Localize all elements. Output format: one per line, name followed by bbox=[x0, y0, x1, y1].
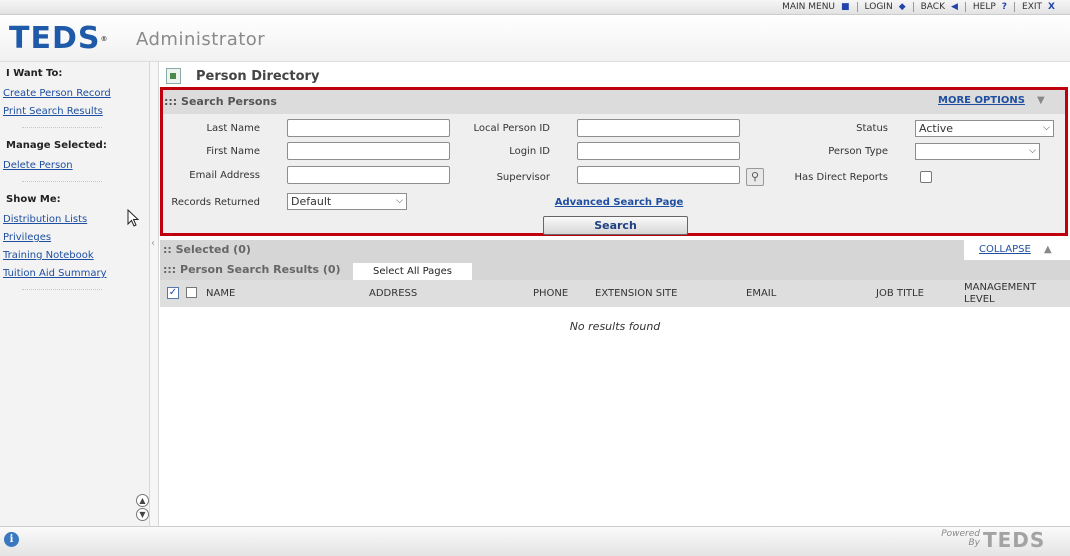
has-direct-reports-checkbox[interactable] bbox=[920, 171, 932, 183]
back-arrow-icon: ◀ bbox=[950, 2, 958, 12]
powered-by-label: Powered By bbox=[941, 529, 980, 548]
divider bbox=[22, 127, 102, 128]
has-direct-reports-label: Has Direct Reports bbox=[794, 172, 888, 183]
app-header: TEDS® Administrator bbox=[0, 15, 1070, 62]
collapse-link[interactable]: COLLAPSE bbox=[979, 244, 1031, 255]
person-type-label: Person Type bbox=[828, 146, 888, 157]
login-id-label: Login ID bbox=[509, 146, 550, 157]
no-results-message: No results found bbox=[569, 320, 661, 333]
help-icon: ? bbox=[1001, 2, 1008, 12]
distribution-lists-link[interactable]: Distribution Lists bbox=[3, 214, 87, 225]
main-content: Person Directory ::: Search Persons MORE… bbox=[160, 62, 1070, 526]
status-select[interactable]: Active ⌵ bbox=[915, 120, 1054, 137]
arrow-down-icon: ▼ bbox=[1037, 95, 1045, 106]
select-all-pages-button[interactable]: Select All Pages bbox=[353, 263, 472, 281]
supervisor-label: Supervisor bbox=[496, 172, 550, 183]
back-label: BACK bbox=[920, 2, 945, 12]
chevron-down-icon: ⌵ bbox=[1029, 146, 1036, 156]
first-name-label: First Name bbox=[206, 146, 260, 157]
main-menu-link[interactable]: MAIN MENU ■ bbox=[775, 2, 856, 12]
delete-person-link[interactable]: Delete Person bbox=[3, 160, 73, 171]
login-id-field[interactable] bbox=[577, 142, 740, 160]
arrow-up-icon: ▲ bbox=[1044, 244, 1052, 255]
results-table-header: ✓ NAME ADDRESS PHONE EXTENSION SITE EMAI… bbox=[160, 280, 1070, 307]
column-email[interactable]: EMAIL bbox=[746, 288, 776, 299]
back-link[interactable]: BACK ◀ bbox=[912, 2, 965, 12]
search-panel-header: ::: Search Persons MORE OPTIONS ▼ bbox=[163, 90, 1065, 114]
status-label: Status bbox=[856, 123, 888, 134]
close-icon: X bbox=[1048, 2, 1055, 12]
records-returned-label: Records Returned bbox=[171, 197, 260, 208]
chevron-down-icon: ⌵ bbox=[396, 196, 403, 206]
create-person-link[interactable]: Create Person Record bbox=[3, 88, 111, 99]
column-extension-site[interactable]: EXTENSION SITE bbox=[595, 288, 677, 299]
main-menu-label: MAIN MENU bbox=[782, 2, 836, 12]
chevron-down-icon: ⌵ bbox=[1043, 123, 1050, 133]
exit-label: EXIT bbox=[1022, 2, 1043, 12]
supervisor-field[interactable] bbox=[577, 166, 740, 184]
selected-bar: :: Selected (0) bbox=[160, 240, 1070, 260]
results-title: ::: Person Search Results (0) bbox=[163, 263, 341, 276]
divider bbox=[22, 289, 102, 290]
logo-text: TEDS bbox=[9, 21, 101, 56]
records-returned-select[interactable]: Default ⌵ bbox=[287, 193, 407, 210]
help-link[interactable]: HELP? bbox=[964, 2, 1014, 12]
select-all-checkbox[interactable]: ✓ bbox=[167, 287, 179, 299]
last-name-label: Last Name bbox=[206, 123, 260, 134]
person-directory-icon bbox=[166, 68, 181, 84]
scroll-down-icon[interactable]: ▼ bbox=[136, 508, 149, 521]
print-results-link[interactable]: Print Search Results bbox=[3, 106, 103, 117]
i-want-to-heading: I Want To: bbox=[6, 68, 63, 79]
column-phone[interactable]: PHONE bbox=[533, 288, 568, 299]
local-person-id-field[interactable] bbox=[577, 119, 740, 137]
records-returned-value: Default bbox=[291, 195, 332, 208]
search-icon[interactable]: ⚲ bbox=[746, 168, 764, 186]
training-notebook-link[interactable]: Training Notebook bbox=[3, 250, 94, 261]
status-value: Active bbox=[919, 122, 954, 135]
advanced-search-link[interactable]: Advanced Search Page bbox=[554, 197, 684, 208]
info-icon[interactable]: i bbox=[4, 532, 19, 547]
teds-logo: TEDS® bbox=[9, 21, 109, 56]
login-icon: ◆ bbox=[898, 2, 906, 12]
scroll-up-icon[interactable]: ▲ bbox=[136, 494, 149, 507]
app-name: Administrator bbox=[136, 29, 266, 50]
top-nav: MAIN MENU ■ LOGIN ◆ BACK ◀ HELP? EXIT X bbox=[0, 0, 1070, 15]
manage-selected-heading: Manage Selected: bbox=[6, 140, 107, 151]
sidebar: I Want To: Create Person Record Print Se… bbox=[0, 62, 150, 526]
column-management-level[interactable]: MANAGEMENT LEVEL bbox=[964, 282, 1044, 306]
login-link[interactable]: LOGIN ◆ bbox=[856, 2, 913, 12]
row-select-checkbox[interactable] bbox=[186, 287, 197, 298]
sidebar-splitter[interactable]: ‹ bbox=[150, 62, 159, 526]
search-button[interactable]: Search bbox=[543, 216, 688, 235]
login-label: LOGIN bbox=[864, 2, 893, 12]
powered-by-logo: TEDS bbox=[983, 528, 1046, 552]
email-field[interactable] bbox=[287, 166, 450, 184]
show-me-heading: Show Me: bbox=[6, 194, 61, 205]
search-panel-title: ::: Search Persons bbox=[164, 95, 277, 108]
search-persons-panel: ::: Search Persons MORE OPTIONS ▼ Last N… bbox=[160, 87, 1068, 236]
divider bbox=[22, 181, 102, 182]
first-name-field[interactable] bbox=[287, 142, 450, 160]
footer: i Powered By TEDS bbox=[0, 526, 1070, 556]
column-address[interactable]: ADDRESS bbox=[369, 288, 417, 299]
selected-title: :: Selected (0) bbox=[163, 243, 251, 256]
mouse-cursor-icon bbox=[127, 209, 139, 227]
help-label: HELP bbox=[972, 2, 996, 12]
last-name-field[interactable] bbox=[287, 119, 450, 137]
advanced-search-label: Advanced Search Page bbox=[554, 197, 684, 208]
column-job-title[interactable]: JOB TITLE bbox=[876, 288, 924, 299]
local-person-id-label: Local Person ID bbox=[473, 123, 550, 134]
exit-link[interactable]: EXIT X bbox=[1014, 2, 1062, 12]
person-type-select[interactable]: ⌵ bbox=[915, 143, 1040, 160]
email-label: Email Address bbox=[189, 170, 260, 181]
tuition-aid-link[interactable]: Tuition Aid Summary bbox=[3, 268, 107, 279]
page-title: Person Directory bbox=[196, 69, 320, 84]
collapse-tab[interactable]: COLLAPSE ▲ bbox=[964, 240, 1070, 261]
collapse-sidebar-icon[interactable]: ‹ bbox=[151, 238, 155, 249]
column-name[interactable]: NAME bbox=[206, 288, 235, 299]
results-bar: ::: Person Search Results (0) bbox=[160, 260, 1070, 280]
privileges-link[interactable]: Privileges bbox=[3, 232, 51, 243]
more-options-link[interactable]: MORE OPTIONS bbox=[938, 95, 1025, 106]
main-menu-icon: ■ bbox=[841, 2, 850, 12]
